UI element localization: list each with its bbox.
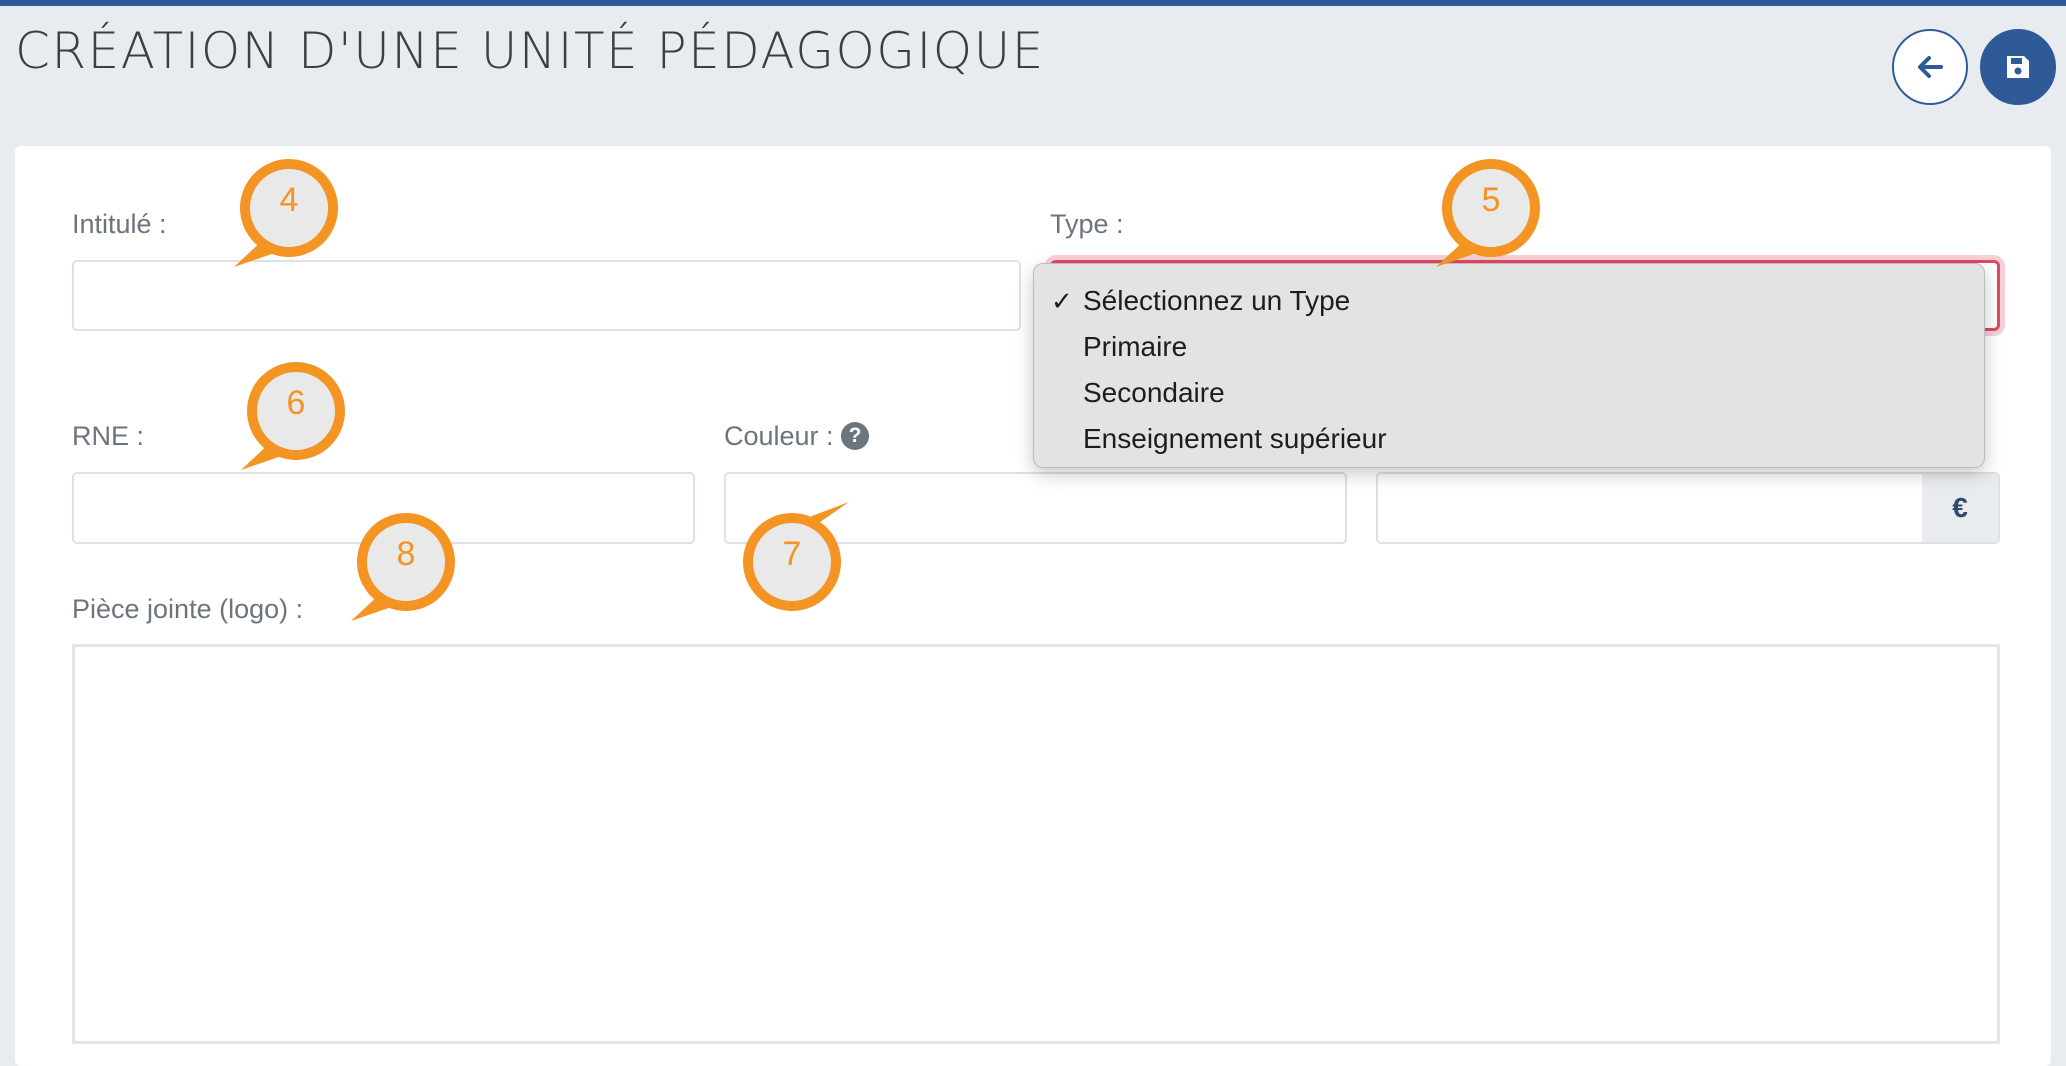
callout-7: 7: [737, 502, 849, 617]
amount-input[interactable]: [1376, 472, 1924, 544]
option-label: Primaire: [1083, 331, 1188, 362]
type-option-primaire[interactable]: Primaire: [1034, 324, 1984, 370]
euro-addon: €: [1922, 472, 2000, 544]
piece-jointe-label: Pièce jointe (logo) :: [72, 594, 304, 624]
callout-number: 6: [286, 384, 306, 422]
option-label: Sélectionnez un Type: [1083, 285, 1351, 316]
floppy-disk-icon: [2007, 56, 2029, 78]
callout-number: 4: [279, 181, 299, 219]
type-label: Type :: [1050, 209, 1124, 239]
type-option-selectionnez[interactable]: ✓ Sélectionnez un Type: [1034, 278, 1984, 324]
intitule-label: Intitulé :: [72, 209, 167, 239]
callout-number: 7: [782, 535, 802, 573]
intitule-input[interactable]: [72, 260, 1021, 331]
save-button[interactable]: [1980, 29, 2056, 105]
option-label: Enseignement supérieur: [1083, 423, 1387, 454]
rne-label: RNE :: [72, 421, 145, 451]
checkmark-icon: ✓: [1051, 286, 1073, 316]
option-label: Secondaire: [1083, 377, 1225, 408]
arrow-left-icon: [1918, 56, 1943, 78]
logo-dropzone[interactable]: [72, 644, 2000, 1044]
back-button[interactable]: [1892, 29, 1968, 105]
question-circle-icon[interactable]: ?: [841, 422, 869, 450]
type-option-secondaire[interactable]: Secondaire: [1034, 370, 1984, 416]
callout-6: 6: [241, 356, 351, 470]
callout-4: 4: [234, 153, 344, 267]
type-option-enseignement-superieur[interactable]: Enseignement supérieur: [1034, 416, 1984, 462]
top-accent-bar: [0, 0, 2066, 6]
couleur-label: Couleur :: [724, 421, 834, 451]
callout-8: 8: [351, 507, 461, 621]
callout-number: 5: [1481, 181, 1501, 219]
callout-number: 8: [396, 535, 416, 573]
page-title: CRÉATION D'UNE UNITÉ PÉDAGOGIQUE: [15, 22, 1045, 80]
callout-5: 5: [1436, 153, 1546, 267]
type-dropdown-menu: ✓ Sélectionnez un Type Primaire Secondai…: [1033, 263, 1985, 468]
